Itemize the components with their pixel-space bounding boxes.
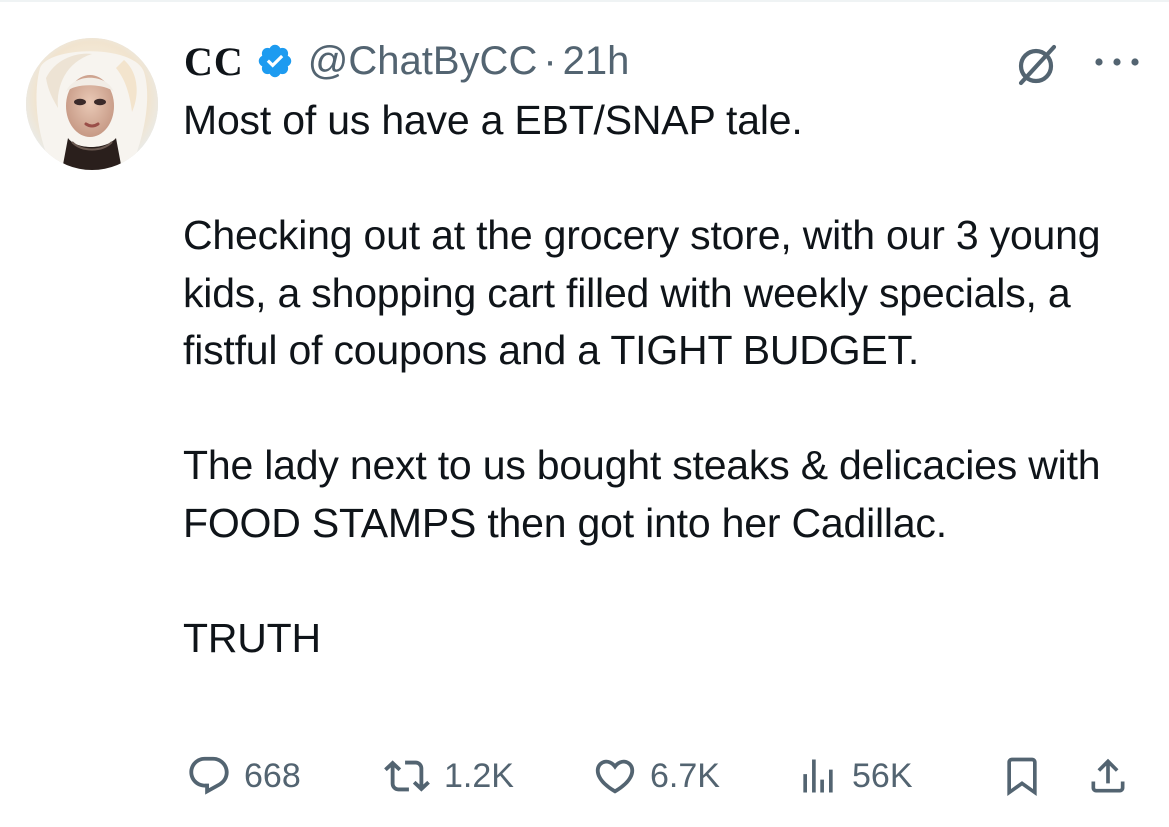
reply-button[interactable]: 668 <box>186 748 301 804</box>
post-timestamp[interactable]: 21h <box>563 39 630 84</box>
bookmark-button[interactable] <box>1000 748 1044 804</box>
like-count: 6.7K <box>650 756 720 795</box>
header-separator: · <box>543 38 557 83</box>
bookmark-icon <box>1007 757 1037 797</box>
repost-icon <box>384 760 430 792</box>
tweet-text: Most of us have a EBT/SNAP tale. Checkin… <box>183 97 1101 661</box>
more-icon[interactable] <box>1091 50 1143 74</box>
like-icon <box>595 759 635 794</box>
views-button[interactable]: 56K <box>796 748 913 804</box>
like-button[interactable]: 6.7K <box>592 748 720 804</box>
share-icon <box>1091 758 1125 793</box>
avatar-image <box>26 38 158 170</box>
verified-badge-icon <box>258 44 292 78</box>
reply-icon <box>189 756 229 795</box>
author-handle[interactable]: @ChatByCC <box>308 39 538 84</box>
avatar[interactable] <box>26 38 158 170</box>
share-button[interactable] <box>1086 748 1130 804</box>
grok-icon[interactable] <box>1012 40 1062 90</box>
repost-button[interactable]: 1.2K <box>382 748 514 804</box>
repost-count: 1.2K <box>444 756 514 795</box>
top-divider <box>0 0 1169 2</box>
reply-count: 668 <box>244 756 301 795</box>
action-bar: 668 1.2K 6.7K 56K <box>0 748 1169 804</box>
author-display-name[interactable]: CC <box>184 38 244 85</box>
tweet-header: CC @ChatByCC · 21h <box>184 36 629 86</box>
views-icon <box>803 759 833 793</box>
views-count: 56K <box>852 756 913 795</box>
